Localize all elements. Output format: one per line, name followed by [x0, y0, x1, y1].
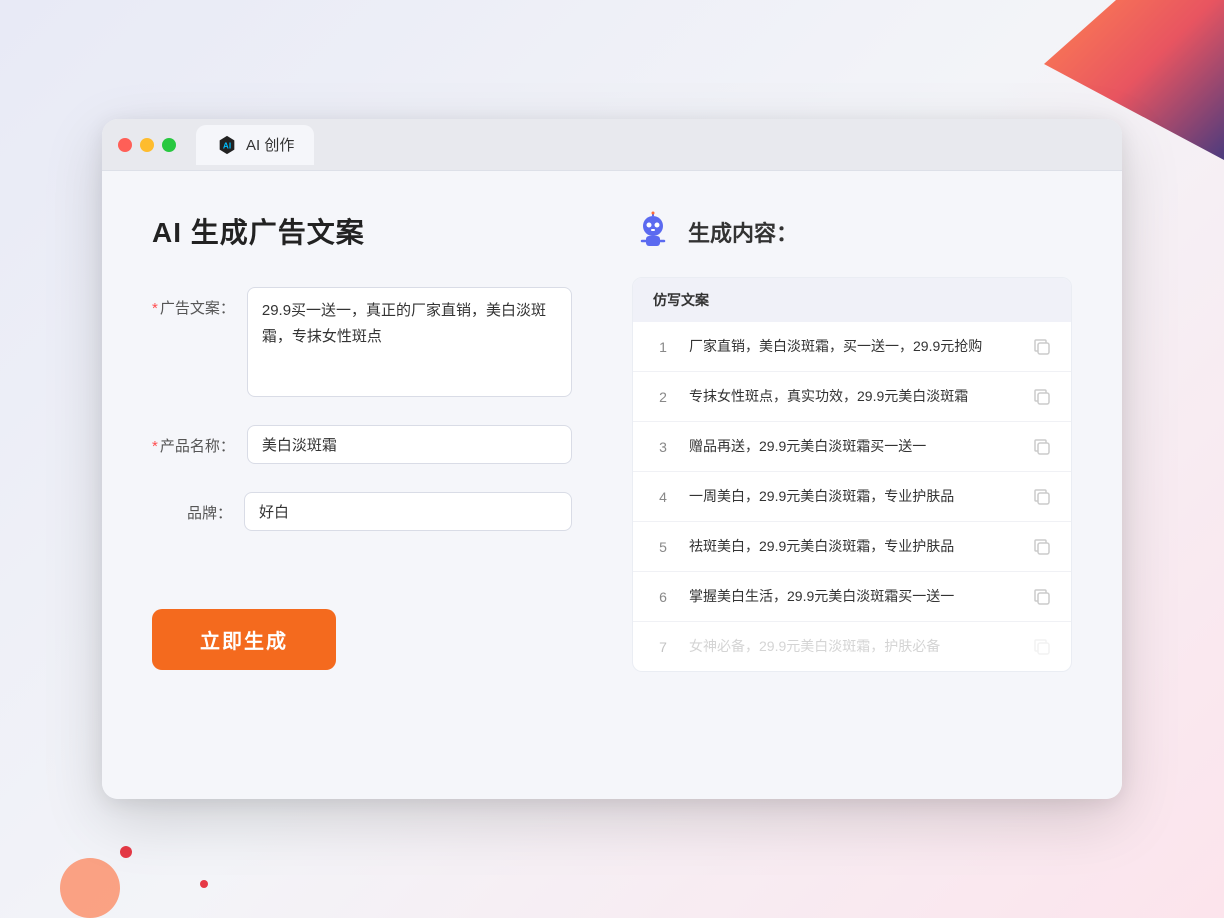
left-panel: AI 生成广告文案 *广告文案： *产品名称： 品牌： 立: [152, 211, 572, 759]
product-name-required: *: [152, 438, 158, 455]
column-label: 仿写文案: [653, 292, 709, 308]
ad-copy-group: *广告文案：: [152, 287, 572, 397]
brand-input[interactable]: [244, 492, 572, 531]
table-row: 7 女神必备，29.9元美白淡斑霜，护肤必备: [633, 622, 1071, 671]
copy-icon[interactable]: [1033, 588, 1051, 606]
ai-tab-icon: AI: [216, 134, 238, 156]
product-name-group: *产品名称：: [152, 425, 572, 464]
close-button[interactable]: [118, 138, 132, 152]
product-name-label: *产品名称：: [152, 425, 235, 456]
table-row: 6 掌握美白生活，29.9元美白淡斑霜买一送一: [633, 572, 1071, 622]
row-text: 一周美白，29.9元美白淡斑霜，专业护肤品: [689, 486, 1017, 507]
maximize-button[interactable]: [162, 138, 176, 152]
copy-icon[interactable]: [1033, 438, 1051, 456]
main-content: AI 生成广告文案 *广告文案： *产品名称： 品牌： 立: [102, 171, 1122, 799]
bg-dot-red2: [200, 880, 208, 888]
row-number: 2: [653, 389, 673, 405]
row-number: 1: [653, 339, 673, 355]
browser-window: AI AI 创作 AI 生成广告文案 *广告文案： *产品名称：: [102, 119, 1122, 799]
table-row: 3 赠品再送，29.9元美白淡斑霜买一送一: [633, 422, 1071, 472]
table-row: 4 一周美白，29.9元美白淡斑霜，专业护肤品: [633, 472, 1071, 522]
browser-tab[interactable]: AI AI 创作: [196, 125, 314, 165]
row-text: 祛斑美白，29.9元美白淡斑霜，专业护肤品: [689, 536, 1017, 557]
bg-decoration-bottom-left: [60, 858, 120, 918]
copy-icon[interactable]: [1033, 388, 1051, 406]
row-text: 专抹女性斑点，真实功效，29.9元美白淡斑霜: [689, 386, 1017, 407]
row-text: 赠品再送，29.9元美白淡斑霜买一送一: [689, 436, 1017, 457]
tab-title: AI 创作: [246, 134, 294, 155]
row-number: 4: [653, 489, 673, 505]
svg-text:AI: AI: [223, 141, 231, 150]
row-number: 5: [653, 539, 673, 555]
minimize-button[interactable]: [140, 138, 154, 152]
row-text: 掌握美白生活，29.9元美白淡斑霜买一送一: [689, 586, 1017, 607]
brand-label: 品牌：: [152, 492, 232, 523]
bg-dot-red: [120, 846, 132, 858]
row-number: 3: [653, 439, 673, 455]
generate-button[interactable]: 立即生成: [152, 609, 336, 670]
copy-icon[interactable]: [1033, 538, 1051, 556]
results-table: 仿写文案 1 厂家直销，美白淡斑霜，买一送一，29.9元抢购 2 专抹女性斑点，…: [632, 277, 1072, 672]
copy-icon[interactable]: [1033, 338, 1051, 356]
table-row: 2 专抹女性斑点，真实功效，29.9元美白淡斑霜: [633, 372, 1071, 422]
right-panel-title: 生成内容：: [688, 216, 798, 248]
row-text: 女神必备，29.9元美白淡斑霜，护肤必备: [689, 636, 1017, 657]
table-header: 仿写文案: [633, 278, 1071, 322]
right-panel: 生成内容： 仿写文案 1 厂家直销，美白淡斑霜，买一送一，29.9元抢购: [632, 211, 1072, 759]
ad-copy-required: *: [152, 300, 158, 317]
row-text: 厂家直销，美白淡斑霜，买一送一，29.9元抢购: [689, 336, 1017, 357]
page-title: AI 生成广告文案: [152, 211, 572, 251]
product-name-input[interactable]: [247, 425, 572, 464]
traffic-lights: [118, 138, 176, 152]
copy-icon[interactable]: [1033, 638, 1051, 656]
right-header: 生成内容：: [632, 211, 1072, 253]
row-number: 6: [653, 589, 673, 605]
table-row: 5 祛斑美白，29.9元美白淡斑霜，专业护肤品: [633, 522, 1071, 572]
row-number: 7: [653, 639, 673, 655]
copy-icon[interactable]: [1033, 488, 1051, 506]
title-bar: AI AI 创作: [102, 119, 1122, 171]
table-row: 1 厂家直销，美白淡斑霜，买一送一，29.9元抢购: [633, 322, 1071, 372]
ad-copy-input[interactable]: [247, 287, 572, 397]
brand-group: 品牌：: [152, 492, 572, 531]
robot-icon: [632, 211, 674, 253]
ad-copy-label: *广告文案：: [152, 287, 235, 318]
